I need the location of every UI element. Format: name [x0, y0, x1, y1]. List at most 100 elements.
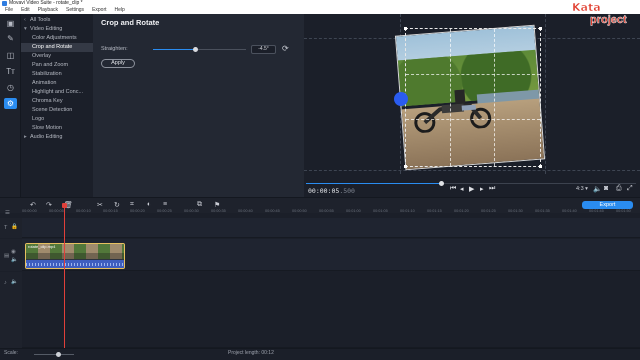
- tools-item-scene-detection[interactable]: Scene Detection: [21, 106, 93, 115]
- title-track[interactable]: [22, 218, 640, 238]
- play-icon[interactable]: ▶: [469, 185, 474, 193]
- more-tools-icon[interactable]: ⚙: [4, 98, 17, 109]
- ruler-tick-label: 00:00:40: [238, 209, 253, 213]
- fullscreen-icon[interactable]: ⤢: [627, 185, 633, 193]
- snapshot-icon[interactable]: ◙: [604, 185, 608, 192]
- tools-item-label: Slow Motion: [32, 125, 62, 131]
- prev-frame-icon[interactable]: ◂: [460, 185, 464, 193]
- tools-item-stabilization[interactable]: Stabilization: [21, 70, 93, 79]
- tools-item-audio-editing[interactable]: ▸ Audio Editing: [21, 133, 93, 142]
- audio-track[interactable]: [22, 272, 640, 348]
- apply-button[interactable]: Apply: [101, 59, 135, 68]
- straighten-slider-thumb[interactable]: [192, 47, 198, 52]
- ruler-tick-label: 00:00:25: [157, 209, 172, 213]
- guide-line: [545, 14, 546, 174]
- playhead[interactable]: [64, 205, 65, 350]
- ruler-tick-label: 00:01:15: [427, 209, 442, 213]
- rotate-icon[interactable]: ↻: [114, 201, 120, 209]
- tools-item-chroma-key[interactable]: Chroma Key: [21, 97, 93, 106]
- camera-icon[interactable]: ⎙: [616, 185, 622, 193]
- titles-icon[interactable]: Tт: [4, 66, 17, 77]
- crop-grid-line: [406, 119, 540, 121]
- ruler-tick-label: 00:01:00: [346, 209, 361, 213]
- menu-file[interactable]: File: [5, 7, 13, 14]
- guide-line: [304, 170, 640, 171]
- ruler-tick-label: 00:01:35: [535, 209, 550, 213]
- crop-handle[interactable]: [404, 165, 407, 168]
- playback-progress-bar[interactable]: [306, 181, 636, 186]
- tools-item-video-editing[interactable]: ▾ Video Editing: [21, 25, 93, 34]
- menu-settings[interactable]: Settings: [66, 7, 84, 14]
- straighten-slider-fill: [153, 49, 195, 50]
- lock-icon[interactable]: 🔒: [11, 224, 18, 230]
- redo-icon[interactable]: ↷: [46, 201, 52, 209]
- watermark-line1: Kata: [572, 1, 601, 14]
- skip-forward-icon[interactable]: ⏭: [489, 185, 495, 193]
- watermark-line2: project: [590, 14, 627, 26]
- ruler-tick-label: 00:00:35: [211, 209, 226, 213]
- aspect-ratio-select[interactable]: 4:3 ▾: [576, 186, 588, 192]
- timeline-ruler[interactable]: 00:00:00 00:00:05 00:00:10 00:00:15 00:00:20…: [22, 209, 640, 217]
- export-button[interactable]: Export: [582, 201, 633, 209]
- window-title: Movavi Video Suite - rotate_clip *: [9, 0, 83, 6]
- video-clip[interactable]: rotate_clip.mp4: [25, 243, 125, 269]
- tools-item-all-tools[interactable]: ‹ All Tools: [21, 16, 93, 25]
- tools-item-label: Animation: [32, 80, 57, 86]
- visibility-icon[interactable]: ◉: [11, 249, 16, 255]
- crop-handle[interactable]: [404, 27, 407, 30]
- menu-playback[interactable]: Playback: [38, 7, 58, 14]
- tools-item-overlay[interactable]: Overlay: [21, 52, 93, 61]
- menu-bar: File Edit Playback Settings Export Help: [0, 7, 640, 14]
- tools-item-animation[interactable]: Animation: [21, 79, 93, 88]
- video-track-icon: ▤: [4, 253, 10, 259]
- menu-edit[interactable]: Edit: [21, 7, 30, 14]
- ruler-tick-label: 00:01:50: [616, 209, 631, 213]
- transitions-icon[interactable]: ⧉: [197, 201, 202, 209]
- tools-item-highlight-and-conceal[interactable]: Highlight and Conc...: [21, 88, 93, 97]
- next-frame-icon[interactable]: ▸: [480, 185, 484, 193]
- straighten-value-input[interactable]: -4.5°: [251, 45, 276, 54]
- volume-icon[interactable]: 🔈: [11, 279, 18, 285]
- stickers-icon[interactable]: ◷: [4, 82, 17, 93]
- filters-icon[interactable]: ◫: [4, 50, 17, 61]
- ruler-tick-label: 00:01:30: [508, 209, 523, 213]
- color-adjust-icon[interactable]: ◐: [147, 201, 151, 208]
- tools-item-crop-and-rotate[interactable]: Crop and Rotate: [21, 43, 93, 52]
- reset-icon[interactable]: ⟳: [282, 44, 289, 53]
- crop-handle[interactable]: [539, 27, 542, 30]
- volume-icon[interactable]: 🔈: [593, 185, 602, 193]
- ruler-tick-label: 00:00:05: [49, 209, 64, 213]
- import-icon[interactable]: ▣: [4, 18, 17, 29]
- tools-item-color-adjustments[interactable]: Color Adjustments: [21, 34, 93, 43]
- skip-back-icon[interactable]: ⏮: [450, 185, 456, 193]
- tools-item-slow-motion[interactable]: Slow Motion: [21, 124, 93, 133]
- window-titlebar: Movavi Video Suite - rotate_clip *: [0, 0, 640, 7]
- tools-item-pan-and-zoom[interactable]: Pan and Zoom: [21, 61, 93, 70]
- playback-progress-fill: [306, 183, 442, 184]
- ruler-tick-label: 00:00:10: [76, 209, 91, 213]
- tracks-menu-icon[interactable]: ☰: [5, 210, 10, 216]
- playhead-handle[interactable]: [62, 203, 67, 208]
- menu-export[interactable]: Export: [92, 7, 106, 14]
- scale-slider[interactable]: [34, 352, 74, 357]
- undo-icon[interactable]: ↶: [30, 201, 36, 209]
- clip-properties-icon[interactable]: ≡: [163, 201, 167, 208]
- menu-help[interactable]: Help: [115, 7, 125, 14]
- tools-icon[interactable]: ✎: [4, 33, 17, 44]
- marker-icon[interactable]: ⚑: [214, 201, 220, 209]
- timecode: 00:00:05.500: [308, 187, 355, 195]
- tools-item-label: All Tools: [30, 17, 51, 23]
- scale-slider-thumb[interactable]: [56, 352, 61, 357]
- crop-handle[interactable]: [539, 165, 542, 168]
- ruler-tick-label: 00:01:10: [400, 209, 415, 213]
- straighten-slider[interactable]: [153, 47, 246, 52]
- crop-grid-line: [406, 74, 540, 76]
- crop-icon[interactable]: ⌗: [130, 201, 134, 209]
- straighten-label: Straighten:: [101, 46, 128, 52]
- status-bar: [0, 348, 640, 360]
- crop-frame[interactable]: [404, 27, 542, 168]
- cut-icon[interactable]: ✂: [97, 201, 103, 209]
- mute-icon[interactable]: 🔈: [11, 257, 18, 263]
- tools-item-logo[interactable]: Logo: [21, 115, 93, 124]
- tools-rail: ▣ ✎ ◫ Tт ◷ ⚙: [0, 14, 21, 197]
